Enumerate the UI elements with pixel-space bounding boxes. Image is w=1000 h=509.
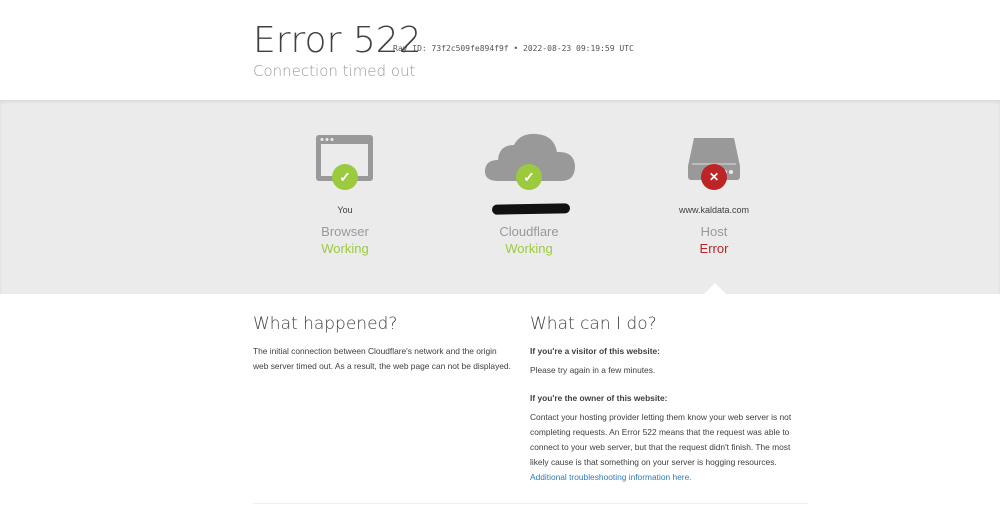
divider bbox=[253, 503, 808, 504]
owner-label: If you're the owner of this website: bbox=[530, 393, 668, 403]
redaction-mark bbox=[491, 203, 571, 215]
error-header: Error 522 Ray ID: 73f2c509fe894f9f • 202… bbox=[0, 0, 1000, 100]
visitor-label: If you're a visitor of this website: bbox=[530, 346, 660, 356]
troubleshooting-link[interactable]: Additional troubleshooting information h… bbox=[530, 472, 692, 482]
x-icon: ✕ bbox=[701, 164, 727, 190]
status-band: ✓ You Browser Working ✓ Cloudflare Worki… bbox=[0, 100, 1000, 294]
error-subtitle: Connection timed out bbox=[253, 62, 416, 80]
status-host: ✕ www.kaldata.com Host Error bbox=[619, 100, 809, 256]
status-state: Error bbox=[699, 241, 729, 256]
status-state: Working bbox=[505, 241, 553, 256]
status-who: You bbox=[337, 205, 353, 215]
status-kind: Browser bbox=[321, 224, 369, 239]
status-state: Working bbox=[321, 241, 369, 256]
visitor-body: Please try again in a few minutes. bbox=[530, 365, 656, 375]
what-happened-body: The initial connection between Cloudflar… bbox=[253, 346, 511, 371]
host-pointer bbox=[703, 283, 727, 295]
owner-body-text: Contact your hosting provider letting th… bbox=[530, 412, 792, 467]
check-icon: ✓ bbox=[516, 164, 542, 190]
status-kind: Host bbox=[700, 224, 728, 239]
check-icon: ✓ bbox=[332, 164, 358, 190]
status-browser: ✓ You Browser Working bbox=[250, 100, 440, 256]
status-cloudflare: ✓ Cloudflare Working bbox=[434, 100, 624, 256]
owner-body: Contact your hosting provider letting th… bbox=[530, 410, 810, 485]
error-title: Error 522 bbox=[253, 20, 422, 61]
status-who: www.kaldata.com bbox=[678, 205, 750, 215]
what-happened-heading: What happened? bbox=[253, 314, 398, 334]
what-can-i-do-heading: What can I do? bbox=[530, 314, 657, 334]
ray-id: Ray ID: 73f2c509fe894f9f • 2022-08-23 09… bbox=[393, 44, 634, 53]
status-kind: Cloudflare bbox=[499, 224, 559, 239]
